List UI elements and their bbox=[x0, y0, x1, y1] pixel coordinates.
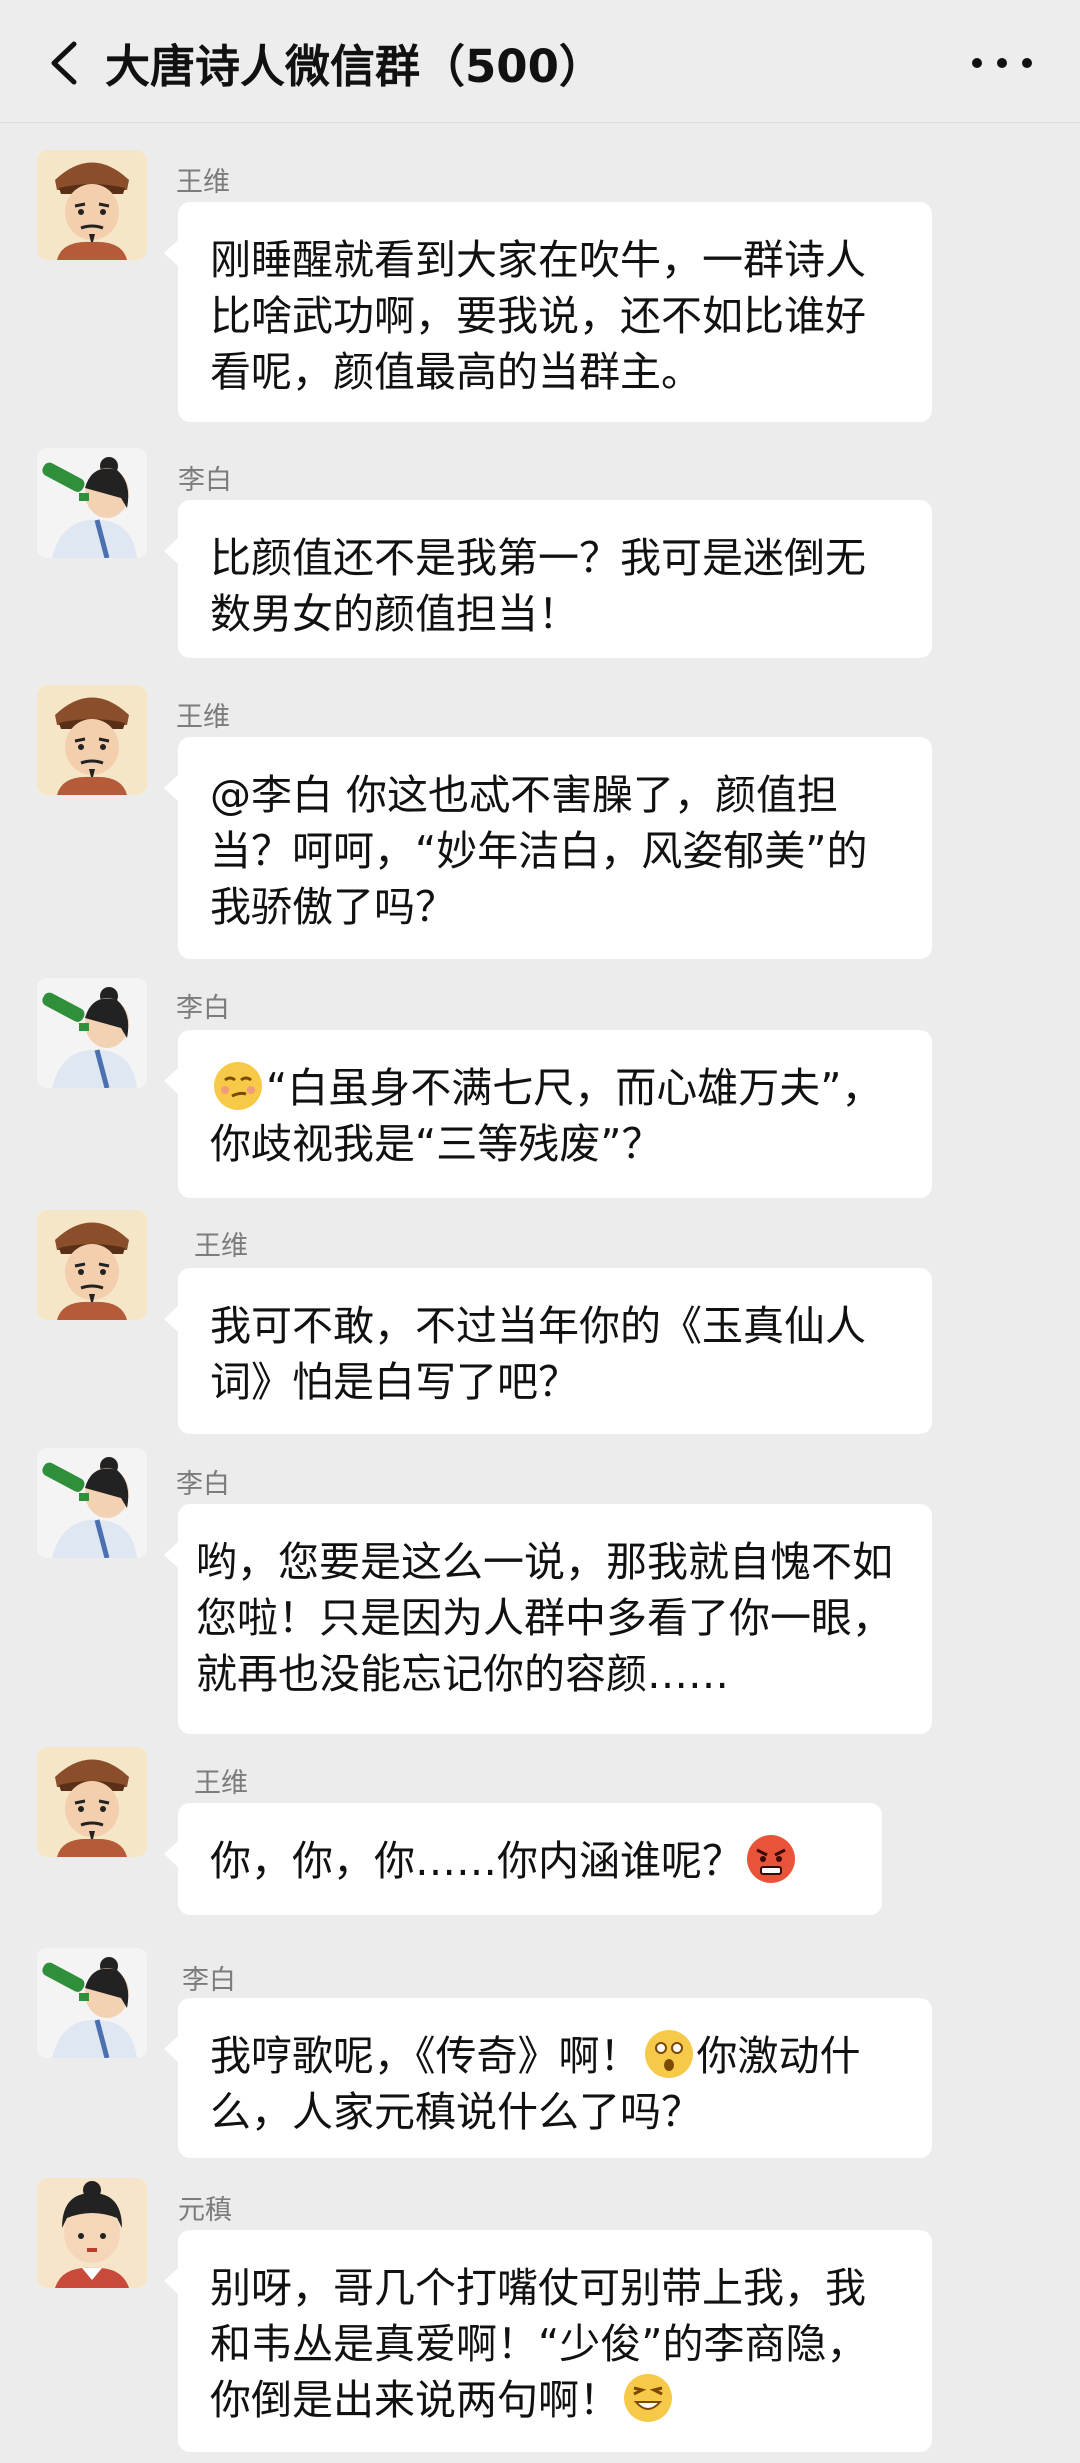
wangwei-avatar[interactable] bbox=[37, 1747, 147, 1857]
sender-name: 王维 bbox=[176, 167, 230, 198]
sender-name: 李白 bbox=[176, 1469, 230, 1500]
libai-avatar[interactable] bbox=[37, 1448, 147, 1558]
message-bubble[interactable]: 我哼歌呢，《传奇》啊！ 你激动什么，人家元稹说什么了吗？ bbox=[164, 1998, 932, 2158]
grin-face-icon bbox=[622, 2372, 674, 2424]
yuanzhen-avatar[interactable] bbox=[37, 2178, 147, 2288]
chat-title: 大唐诗人微信群（500） bbox=[105, 40, 604, 93]
sender-name: 李白 bbox=[178, 465, 232, 496]
sender-name: 元稹 bbox=[178, 2195, 232, 2226]
chat-header: 大唐诗人微信群（500） bbox=[0, 0, 1080, 123]
message-text: 我可不敢，不过当年你的《玉真仙人词》怕是白写了吧？ bbox=[210, 1302, 866, 1406]
sender-name: 李白 bbox=[176, 993, 230, 1024]
sender-name: 王维 bbox=[194, 1768, 248, 1799]
message-bubble[interactable]: “白虽身不满七尺，而心雄万夫”，你歧视我是“三等残废”？ bbox=[164, 1030, 932, 1198]
smirk-face-icon bbox=[212, 1060, 264, 1112]
message-text: @李白 你这也忒不害臊了，颜值担当？呵呵，“妙年洁白，风姿郁美”的我骄傲了吗？ bbox=[210, 771, 868, 931]
message-bubble[interactable]: 比颜值还不是我第一？我可是迷倒无数男女的颜值担当！ bbox=[164, 500, 932, 658]
message-text: 别呀，哥几个打嘴仗可别带上我，我和韦丛是真爱啊！“少俊”的李商隐，你倒是出来说两… bbox=[210, 2264, 868, 2424]
libai-avatar[interactable] bbox=[37, 448, 147, 558]
message-text: 哟，您要是这么一说，那我就自愧不如您啦！只是因为人群中多看了你一眼，就再也没能忘… bbox=[196, 1538, 893, 1698]
libai-avatar[interactable] bbox=[37, 1948, 147, 2058]
wangwei-avatar[interactable] bbox=[37, 150, 147, 260]
message-text: 你，你，你……你内涵谁呢？ bbox=[210, 1837, 743, 1885]
message-bubble[interactable]: 哟，您要是这么一说，那我就自愧不如您啦！只是因为人群中多看了你一眼，就再也没能忘… bbox=[164, 1504, 932, 1734]
more-options-icon[interactable] bbox=[972, 38, 1032, 88]
message-bubble[interactable]: @李白 你这也忒不害臊了，颜值担当？呵呵，“妙年洁白，风姿郁美”的我骄傲了吗？ bbox=[164, 737, 932, 959]
sender-name: 王维 bbox=[194, 1231, 248, 1262]
message-bubble[interactable]: 你，你，你……你内涵谁呢？ bbox=[164, 1803, 882, 1915]
libai-avatar[interactable] bbox=[37, 978, 147, 1088]
message-text-a: 我哼歌呢，《传奇》啊！ bbox=[210, 2032, 641, 2080]
message-text: “白虽身不满七尺，而心雄万夫”，你歧视我是“三等残废”？ bbox=[210, 1064, 883, 1168]
angry-face-icon bbox=[745, 1833, 797, 1885]
back-arrow-icon[interactable] bbox=[44, 38, 84, 88]
message-text: 刚睡醒就看到大家在吹牛，一群诗人比啥武功啊，要我说，还不如比谁好看呢，颜值最高的… bbox=[210, 236, 866, 396]
message-text: 比颜值还不是我第一？我可是迷倒无数男女的颜值担当！ bbox=[210, 534, 866, 638]
sender-name: 王维 bbox=[176, 702, 230, 733]
message-bubble[interactable]: 刚睡醒就看到大家在吹牛，一群诗人比啥武功啊，要我说，还不如比谁好看呢，颜值最高的… bbox=[164, 202, 932, 422]
wangwei-avatar[interactable] bbox=[37, 685, 147, 795]
sender-name: 李白 bbox=[182, 1965, 236, 1996]
message-bubble[interactable]: 我可不敢，不过当年你的《玉真仙人词》怕是白写了吧？ bbox=[164, 1268, 932, 1434]
wangwei-avatar[interactable] bbox=[37, 1210, 147, 1320]
shocked-face-icon bbox=[643, 2028, 695, 2080]
message-bubble[interactable]: 别呀，哥几个打嘴仗可别带上我，我和韦丛是真爱啊！“少俊”的李商隐，你倒是出来说两… bbox=[164, 2230, 932, 2452]
